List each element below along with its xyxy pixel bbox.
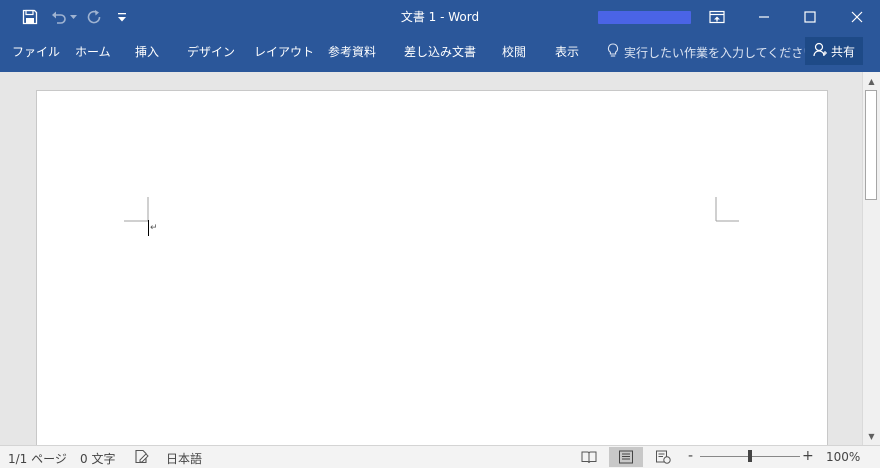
tell-me-box[interactable]: 実行したい作業を入力してください: [607, 42, 815, 62]
scroll-up-icon[interactable]: ▲: [863, 74, 880, 88]
tab-design[interactable]: デザイン: [187, 43, 235, 60]
tab-references[interactable]: 参考資料: [328, 43, 376, 60]
print-layout-icon[interactable]: [609, 447, 643, 467]
read-mode-icon[interactable]: [572, 447, 606, 467]
tab-file[interactable]: ファイル: [12, 43, 60, 60]
tab-insert[interactable]: 挿入: [135, 43, 159, 60]
zoom-level[interactable]: 100%: [826, 450, 860, 464]
vertical-scrollbar[interactable]: ▲ ▼: [862, 72, 880, 445]
lightbulb-icon: [607, 43, 619, 61]
maximize-icon[interactable]: [787, 0, 833, 33]
undo-icon[interactable]: [50, 6, 68, 28]
web-layout-icon[interactable]: [646, 447, 680, 467]
share-label: 共有: [830, 44, 855, 59]
scroll-down-icon[interactable]: ▼: [863, 429, 880, 443]
document-page[interactable]: ↵: [36, 90, 828, 445]
document-workspace: ↵: [0, 72, 862, 445]
account-name-redacted[interactable]: [598, 11, 691, 24]
redo-icon[interactable]: [84, 6, 104, 28]
text-cursor: [148, 220, 149, 236]
tab-review[interactable]: 校閲: [502, 43, 526, 60]
zoom-out-button[interactable]: -: [688, 448, 693, 464]
language-indicator[interactable]: 日本語: [166, 450, 202, 467]
close-icon[interactable]: [834, 0, 880, 33]
share-button[interactable]: 共有: [805, 37, 863, 65]
scrollbar-thumb[interactable]: [865, 90, 877, 200]
person-icon: [813, 42, 827, 60]
crop-mark-top-right: [715, 197, 739, 222]
tab-mailings[interactable]: 差し込み文書: [404, 43, 476, 60]
customize-qat-icon[interactable]: [114, 6, 130, 28]
undo-dropdown-icon[interactable]: [68, 6, 78, 28]
zoom-slider-thumb[interactable]: [748, 450, 752, 462]
proofing-icon[interactable]: [134, 449, 150, 467]
tab-home[interactable]: ホーム: [75, 43, 111, 60]
zoom-in-button[interactable]: +: [802, 448, 814, 464]
tab-view[interactable]: 表示: [555, 43, 579, 60]
ribbon-display-options-icon[interactable]: [694, 0, 740, 33]
status-bar: 1/1 ページ 0 文字 日本語 - + 100%: [0, 445, 880, 468]
ribbon-tab-bar: ファイル ホーム 挿入 デザイン レイアウト 参考資料 差し込み文書 校閲 表示…: [0, 33, 880, 72]
paragraph-mark-icon: ↵: [150, 223, 158, 233]
minimize-icon[interactable]: [741, 0, 787, 33]
page-count[interactable]: 1/1 ページ: [8, 450, 67, 467]
tab-layout[interactable]: レイアウト: [254, 43, 314, 60]
save-icon[interactable]: [18, 6, 42, 28]
tell-me-placeholder: 実行したい作業を入力してください: [624, 45, 816, 60]
word-count[interactable]: 0 文字: [80, 450, 115, 467]
title-bar: 文書 1 - Word: [0, 0, 880, 33]
crop-mark-top-left: [124, 197, 149, 222]
